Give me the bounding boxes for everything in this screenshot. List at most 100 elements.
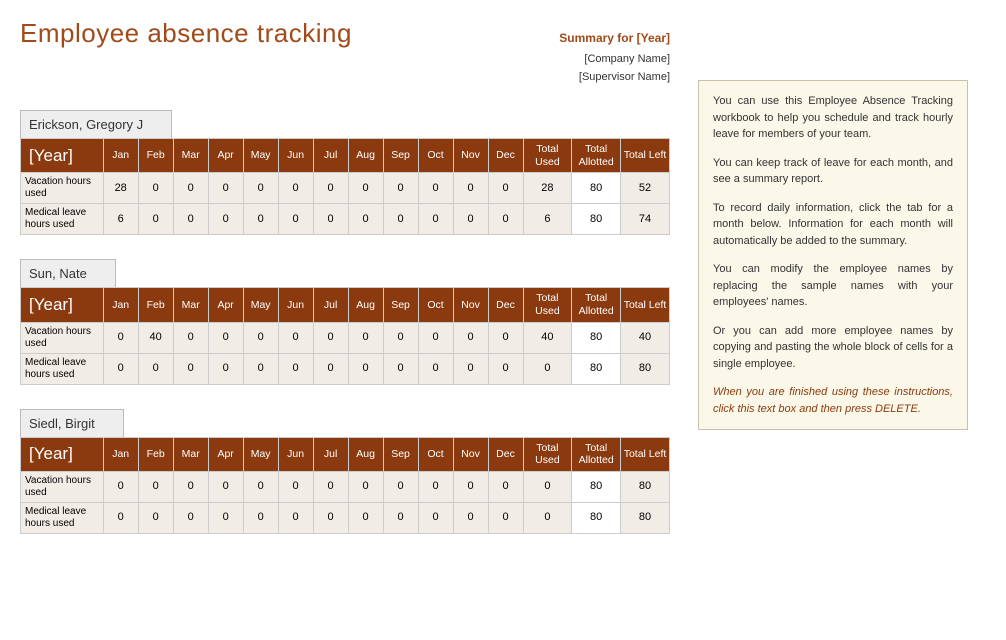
month-cell[interactable]: 0: [313, 173, 348, 204]
month-cell[interactable]: 0: [453, 502, 488, 533]
month-cell[interactable]: 0: [348, 353, 383, 384]
year-header: [Year]: [21, 288, 104, 322]
month-cell[interactable]: 0: [313, 322, 348, 353]
month-cell[interactable]: 6: [103, 204, 138, 235]
month-cell[interactable]: 0: [208, 204, 243, 235]
month-cell[interactable]: 0: [453, 204, 488, 235]
month-cell[interactable]: 0: [348, 322, 383, 353]
month-cell[interactable]: 0: [453, 173, 488, 204]
month-header: Oct: [418, 437, 453, 471]
month-cell[interactable]: 0: [348, 502, 383, 533]
month-cell[interactable]: 0: [488, 502, 523, 533]
month-cell[interactable]: 0: [418, 322, 453, 353]
company-name: [Company Name]: [20, 51, 670, 69]
month-cell[interactable]: 0: [348, 471, 383, 502]
month-cell[interactable]: 0: [383, 353, 418, 384]
month-cell[interactable]: 0: [488, 204, 523, 235]
total-used-cell: 6: [523, 204, 572, 235]
month-cell[interactable]: 0: [138, 173, 173, 204]
month-cell[interactable]: 0: [418, 471, 453, 502]
month-cell[interactable]: 0: [208, 471, 243, 502]
month-cell[interactable]: 0: [488, 322, 523, 353]
total-allotted-cell[interactable]: 80: [572, 322, 621, 353]
month-cell[interactable]: 0: [208, 353, 243, 384]
month-cell[interactable]: 0: [418, 502, 453, 533]
month-cell[interactable]: 0: [243, 173, 278, 204]
total-allotted-cell[interactable]: 80: [572, 353, 621, 384]
month-cell[interactable]: 0: [488, 173, 523, 204]
total-used-cell: 40: [523, 322, 572, 353]
month-cell[interactable]: 0: [173, 204, 208, 235]
month-cell[interactable]: 0: [488, 353, 523, 384]
month-header: Apr: [208, 139, 243, 173]
month-header: May: [243, 437, 278, 471]
month-cell[interactable]: 0: [173, 173, 208, 204]
month-cell[interactable]: 0: [348, 204, 383, 235]
month-cell[interactable]: 0: [383, 173, 418, 204]
month-cell[interactable]: 0: [208, 502, 243, 533]
month-cell[interactable]: 0: [383, 502, 418, 533]
month-cell[interactable]: 0: [313, 471, 348, 502]
month-cell[interactable]: 0: [278, 173, 313, 204]
month-cell[interactable]: 0: [278, 322, 313, 353]
month-cell[interactable]: 0: [488, 471, 523, 502]
month-cell[interactable]: 0: [383, 322, 418, 353]
month-cell[interactable]: 0: [453, 471, 488, 502]
month-cell[interactable]: 0: [138, 502, 173, 533]
month-cell[interactable]: 0: [313, 502, 348, 533]
month-cell[interactable]: 0: [278, 502, 313, 533]
month-cell[interactable]: 0: [138, 204, 173, 235]
month-cell[interactable]: 0: [138, 471, 173, 502]
month-cell[interactable]: 0: [348, 173, 383, 204]
instructions-p5: Or you can add more employee names by co…: [713, 323, 953, 373]
row-label: Medical leave hours used: [21, 502, 104, 533]
month-header: Jun: [278, 288, 313, 322]
month-cell[interactable]: 0: [278, 353, 313, 384]
month-cell[interactable]: 0: [313, 353, 348, 384]
month-cell[interactable]: 0: [313, 204, 348, 235]
month-header: Jul: [313, 288, 348, 322]
month-cell[interactable]: 0: [173, 322, 208, 353]
supervisor-name: [Supervisor Name]: [20, 69, 670, 87]
month-cell[interactable]: 0: [278, 471, 313, 502]
month-cell[interactable]: 0: [243, 322, 278, 353]
total-allotted-cell[interactable]: 80: [572, 173, 621, 204]
month-cell[interactable]: 0: [453, 353, 488, 384]
total-left-cell: 74: [621, 204, 670, 235]
total-allotted-cell[interactable]: 80: [572, 471, 621, 502]
month-cell[interactable]: 0: [173, 502, 208, 533]
row-label: Vacation hours used: [21, 173, 104, 204]
month-cell[interactable]: 0: [173, 353, 208, 384]
month-cell[interactable]: 0: [103, 502, 138, 533]
month-header: Feb: [138, 437, 173, 471]
month-header: Apr: [208, 288, 243, 322]
month-cell[interactable]: 0: [138, 353, 173, 384]
instructions-box[interactable]: You can use this Employee Absence Tracki…: [698, 80, 968, 430]
month-cell[interactable]: 0: [418, 353, 453, 384]
month-cell[interactable]: 0: [208, 173, 243, 204]
month-cell[interactable]: 0: [243, 353, 278, 384]
total-allotted-cell[interactable]: 80: [572, 204, 621, 235]
month-cell[interactable]: 0: [173, 471, 208, 502]
month-cell[interactable]: 0: [103, 471, 138, 502]
total-header: Total Used: [523, 139, 572, 173]
month-cell[interactable]: 0: [383, 471, 418, 502]
month-cell[interactable]: 0: [278, 204, 313, 235]
month-cell[interactable]: 40: [138, 322, 173, 353]
month-cell[interactable]: 0: [418, 173, 453, 204]
summary-for-label: Summary for [Year]: [559, 31, 670, 45]
month-cell[interactable]: 0: [243, 471, 278, 502]
month-cell[interactable]: 0: [208, 322, 243, 353]
month-cell[interactable]: 0: [243, 204, 278, 235]
total-allotted-cell[interactable]: 80: [572, 502, 621, 533]
month-header: Oct: [418, 139, 453, 173]
month-cell[interactable]: 0: [103, 353, 138, 384]
month-cell[interactable]: 0: [103, 322, 138, 353]
month-cell[interactable]: 0: [418, 204, 453, 235]
month-header: Aug: [348, 139, 383, 173]
month-cell[interactable]: 28: [103, 173, 138, 204]
employee-table: [Year]JanFebMarAprMayJunJulAugSepOctNovD…: [20, 138, 670, 235]
month-cell[interactable]: 0: [243, 502, 278, 533]
month-cell[interactable]: 0: [383, 204, 418, 235]
month-cell[interactable]: 0: [453, 322, 488, 353]
